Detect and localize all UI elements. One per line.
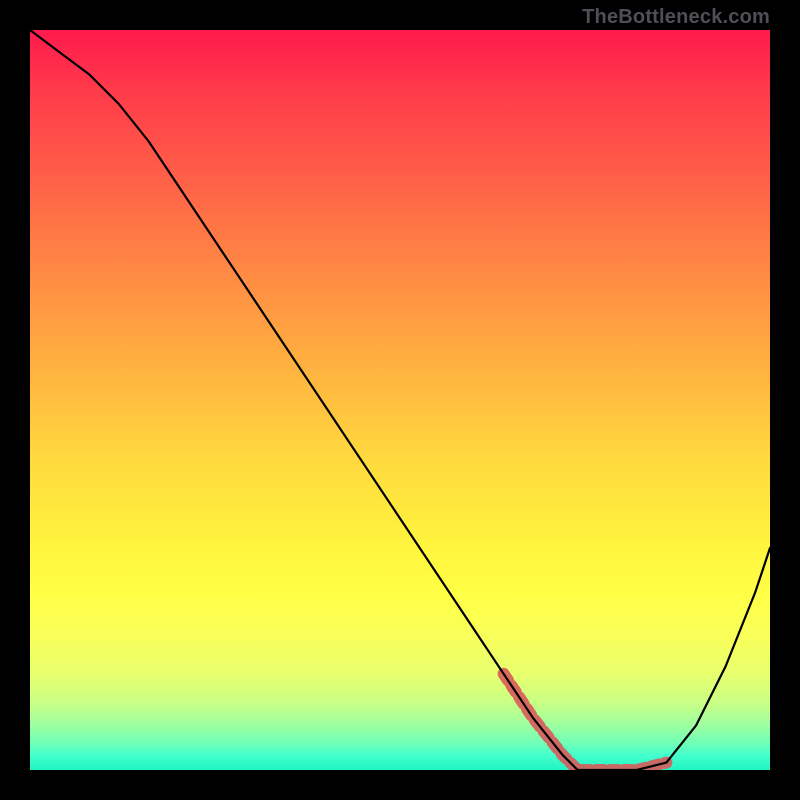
bottleneck-curve	[30, 30, 770, 770]
bottleneck-curve-svg	[30, 30, 770, 770]
watermark-text: TheBottleneck.com	[582, 6, 770, 29]
valley-marker	[504, 674, 667, 770]
plot-area	[30, 30, 770, 770]
chart-frame: TheBottleneck.com	[0, 0, 800, 800]
